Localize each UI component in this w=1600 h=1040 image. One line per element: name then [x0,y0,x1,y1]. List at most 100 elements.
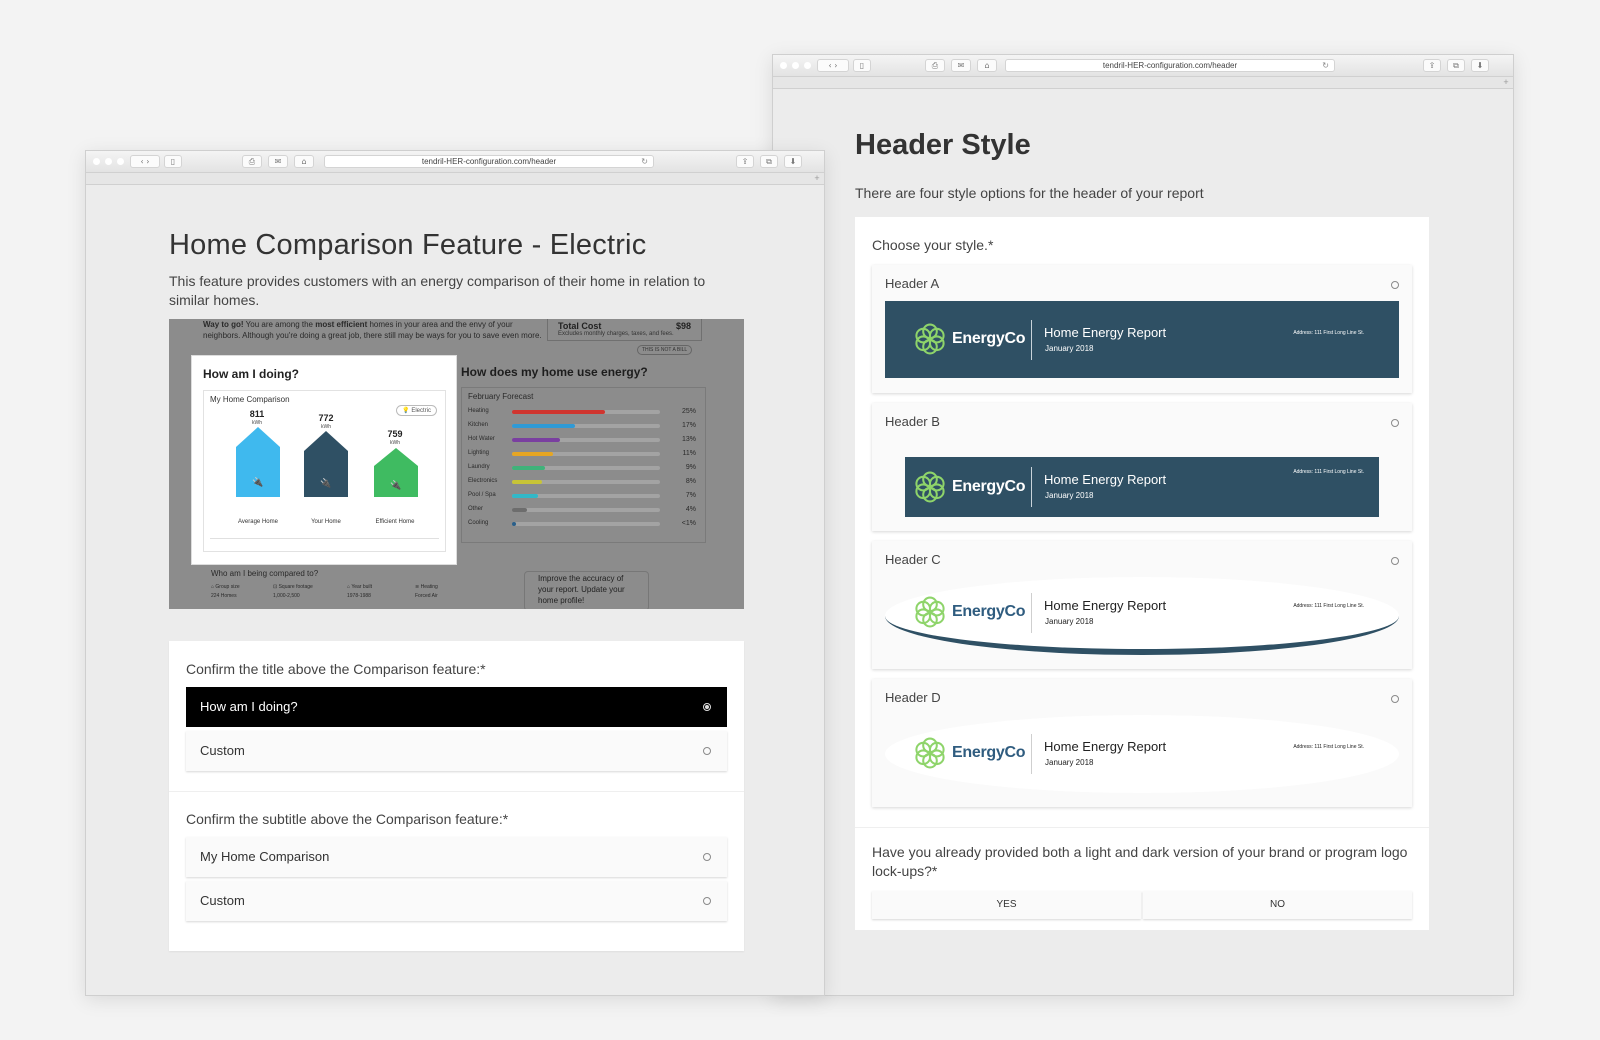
print-icon[interactable]: ⎙ [925,59,945,72]
download-icon[interactable]: ⬇ [784,155,802,168]
header-option-c[interactable]: Header C EnergyCo Home Energy Report Jan… [872,541,1412,669]
header-option-label: Header D [885,690,941,705]
reload-icon[interactable]: ↻ [1322,60,1329,71]
close-window-button[interactable] [780,62,787,69]
total-cost-value: $98 [675,321,691,331]
tab-strip: + [773,77,1513,89]
home-icon[interactable]: ⌂ [977,59,997,72]
url-text: tendril-HER-configuration.com/header [421,157,557,166]
subtitle-question: Confirm the subtitle above the Compariso… [186,811,509,827]
reload-icon[interactable]: ↻ [641,156,648,167]
not-a-bill-badge: THIS IS NOT A BILL [637,345,693,355]
section-divider [169,791,744,792]
no-button[interactable]: NO [1143,891,1412,919]
tabs-icon[interactable]: ⧉ [1447,59,1465,72]
header-option-label: Header C [885,552,941,567]
url-bar[interactable]: tendril-HER-configuration.com/header ↻ [324,155,654,168]
option-label: Custom [200,743,245,758]
page-title: Home Comparison Feature - Electric [169,229,647,261]
stat-year-built: ⌂ Year built 1978-1988 [347,584,372,599]
usage-percent: 17% [681,422,696,429]
page-content: Header Style There are four style option… [773,89,1513,995]
logo-question: Have you already provided both a light a… [872,844,1408,879]
home-unit: kWh [390,440,400,446]
home-icon[interactable]: ⌂ [294,155,314,168]
radio-button[interactable] [1391,557,1399,565]
url-bar[interactable]: tendril-HER-configuration.com/header ↻ [1005,59,1335,72]
usage-bar [512,480,542,484]
brand-name: EnergyCo [952,744,1026,761]
usage-row: Pool / Spa 7% [468,490,700,502]
radio-button[interactable] [1391,281,1399,289]
back-forward-button[interactable]: ‹ › [130,155,160,168]
your-home-house-icon: 🔌 [304,431,348,497]
zoom-window-button[interactable] [117,158,124,165]
title-option-custom[interactable]: Custom [186,731,727,771]
svg-text:🔌: 🔌 [320,477,331,488]
report-title: Home Energy Report [1044,739,1167,754]
minimize-window-button[interactable] [105,158,112,165]
svg-text:🔌: 🔌 [390,479,401,490]
brand-name: EnergyCo [952,603,1026,620]
chart-baseline [210,538,439,539]
usage-label: Kitchen [468,422,489,428]
zoom-window-button[interactable] [804,62,811,69]
radio-button[interactable] [703,747,711,755]
header-option-d[interactable]: Header D EnergyCo Home Energy Report Jan… [872,679,1412,807]
tabs-icon[interactable]: ⧉ [760,155,778,168]
report-address: Address: 111 First Long Line St. [1293,469,1364,475]
divider [1031,467,1032,507]
usage-row: Kitchen 17% [468,420,700,432]
usage-row: Hot Water 13% [468,434,700,446]
title-bar: ‹ › ▯ ⎙ ✉ ⌂ tendril-HER-configuration.co… [86,151,824,173]
subtitle-option-my-home-comparison[interactable]: My Home Comparison [186,837,727,877]
report-date: January 2018 [1045,617,1094,626]
compared-title: Who am I being compared to? [211,569,319,578]
subtitle-option-custom[interactable]: Custom [186,881,727,921]
home-value: 811 [249,409,265,419]
mail-icon[interactable]: ✉ [951,59,971,72]
back-forward-button[interactable]: ‹ › [817,59,849,72]
comparison-form: Confirm the title above the Comparison f… [169,641,744,951]
yes-button[interactable]: YES [872,891,1141,919]
sidebar-icon[interactable]: ▯ [164,155,182,168]
report-date: January 2018 [1045,491,1094,500]
usage-bar [512,508,527,512]
title-option-how-am-i-doing[interactable]: How am I doing? [186,687,727,727]
share-icon[interactable]: ⇪ [1423,59,1441,72]
share-icon[interactable]: ⇪ [736,155,754,168]
sidebar-icon[interactable]: ▯ [853,59,871,72]
print-icon[interactable]: ⎙ [242,155,262,168]
usage-percent: 11% [682,450,697,457]
radio-button[interactable] [1391,419,1399,427]
report-title: Home Energy Report [1044,472,1167,487]
usage-row: Laundry 9% [468,462,700,474]
download-icon[interactable]: ⬇ [1471,59,1489,72]
report-title: Home Energy Report [1044,325,1167,340]
svg-text:🔌: 🔌 [252,476,263,487]
close-window-button[interactable] [93,158,100,165]
usage-track [512,424,660,428]
minimize-window-button[interactable] [792,62,799,69]
page-description: There are four style options for the hea… [855,185,1204,201]
usage-bar [512,522,516,526]
usage-track [512,466,660,470]
usage-percent: 8% [685,478,696,485]
energyco-logo-icon [915,323,945,355]
header-option-a[interactable]: Header A EnergyCo Home Energy Report Jan… [872,265,1412,393]
new-tab-icon[interactable]: + [1501,77,1511,88]
improve-accuracy-callout: Improve the accuracy of your report. Upd… [524,571,649,609]
stat-group-size: ⌂ Group size 224 Homes [211,584,240,599]
radio-button-selected[interactable] [703,703,711,711]
home-value: 759 [387,429,403,439]
new-tab-icon[interactable]: + [812,173,822,184]
radio-button[interactable] [1391,695,1399,703]
radio-button[interactable] [703,853,711,861]
option-label: How am I doing? [200,699,298,714]
header-option-b[interactable]: Header B EnergyCo Home Energy Report Jan… [872,403,1412,531]
mail-icon[interactable]: ✉ [268,155,288,168]
radio-button[interactable] [703,897,711,905]
usage-row: Cooling <1% [468,518,700,530]
option-label: Custom [200,893,245,908]
divider [1031,320,1032,360]
